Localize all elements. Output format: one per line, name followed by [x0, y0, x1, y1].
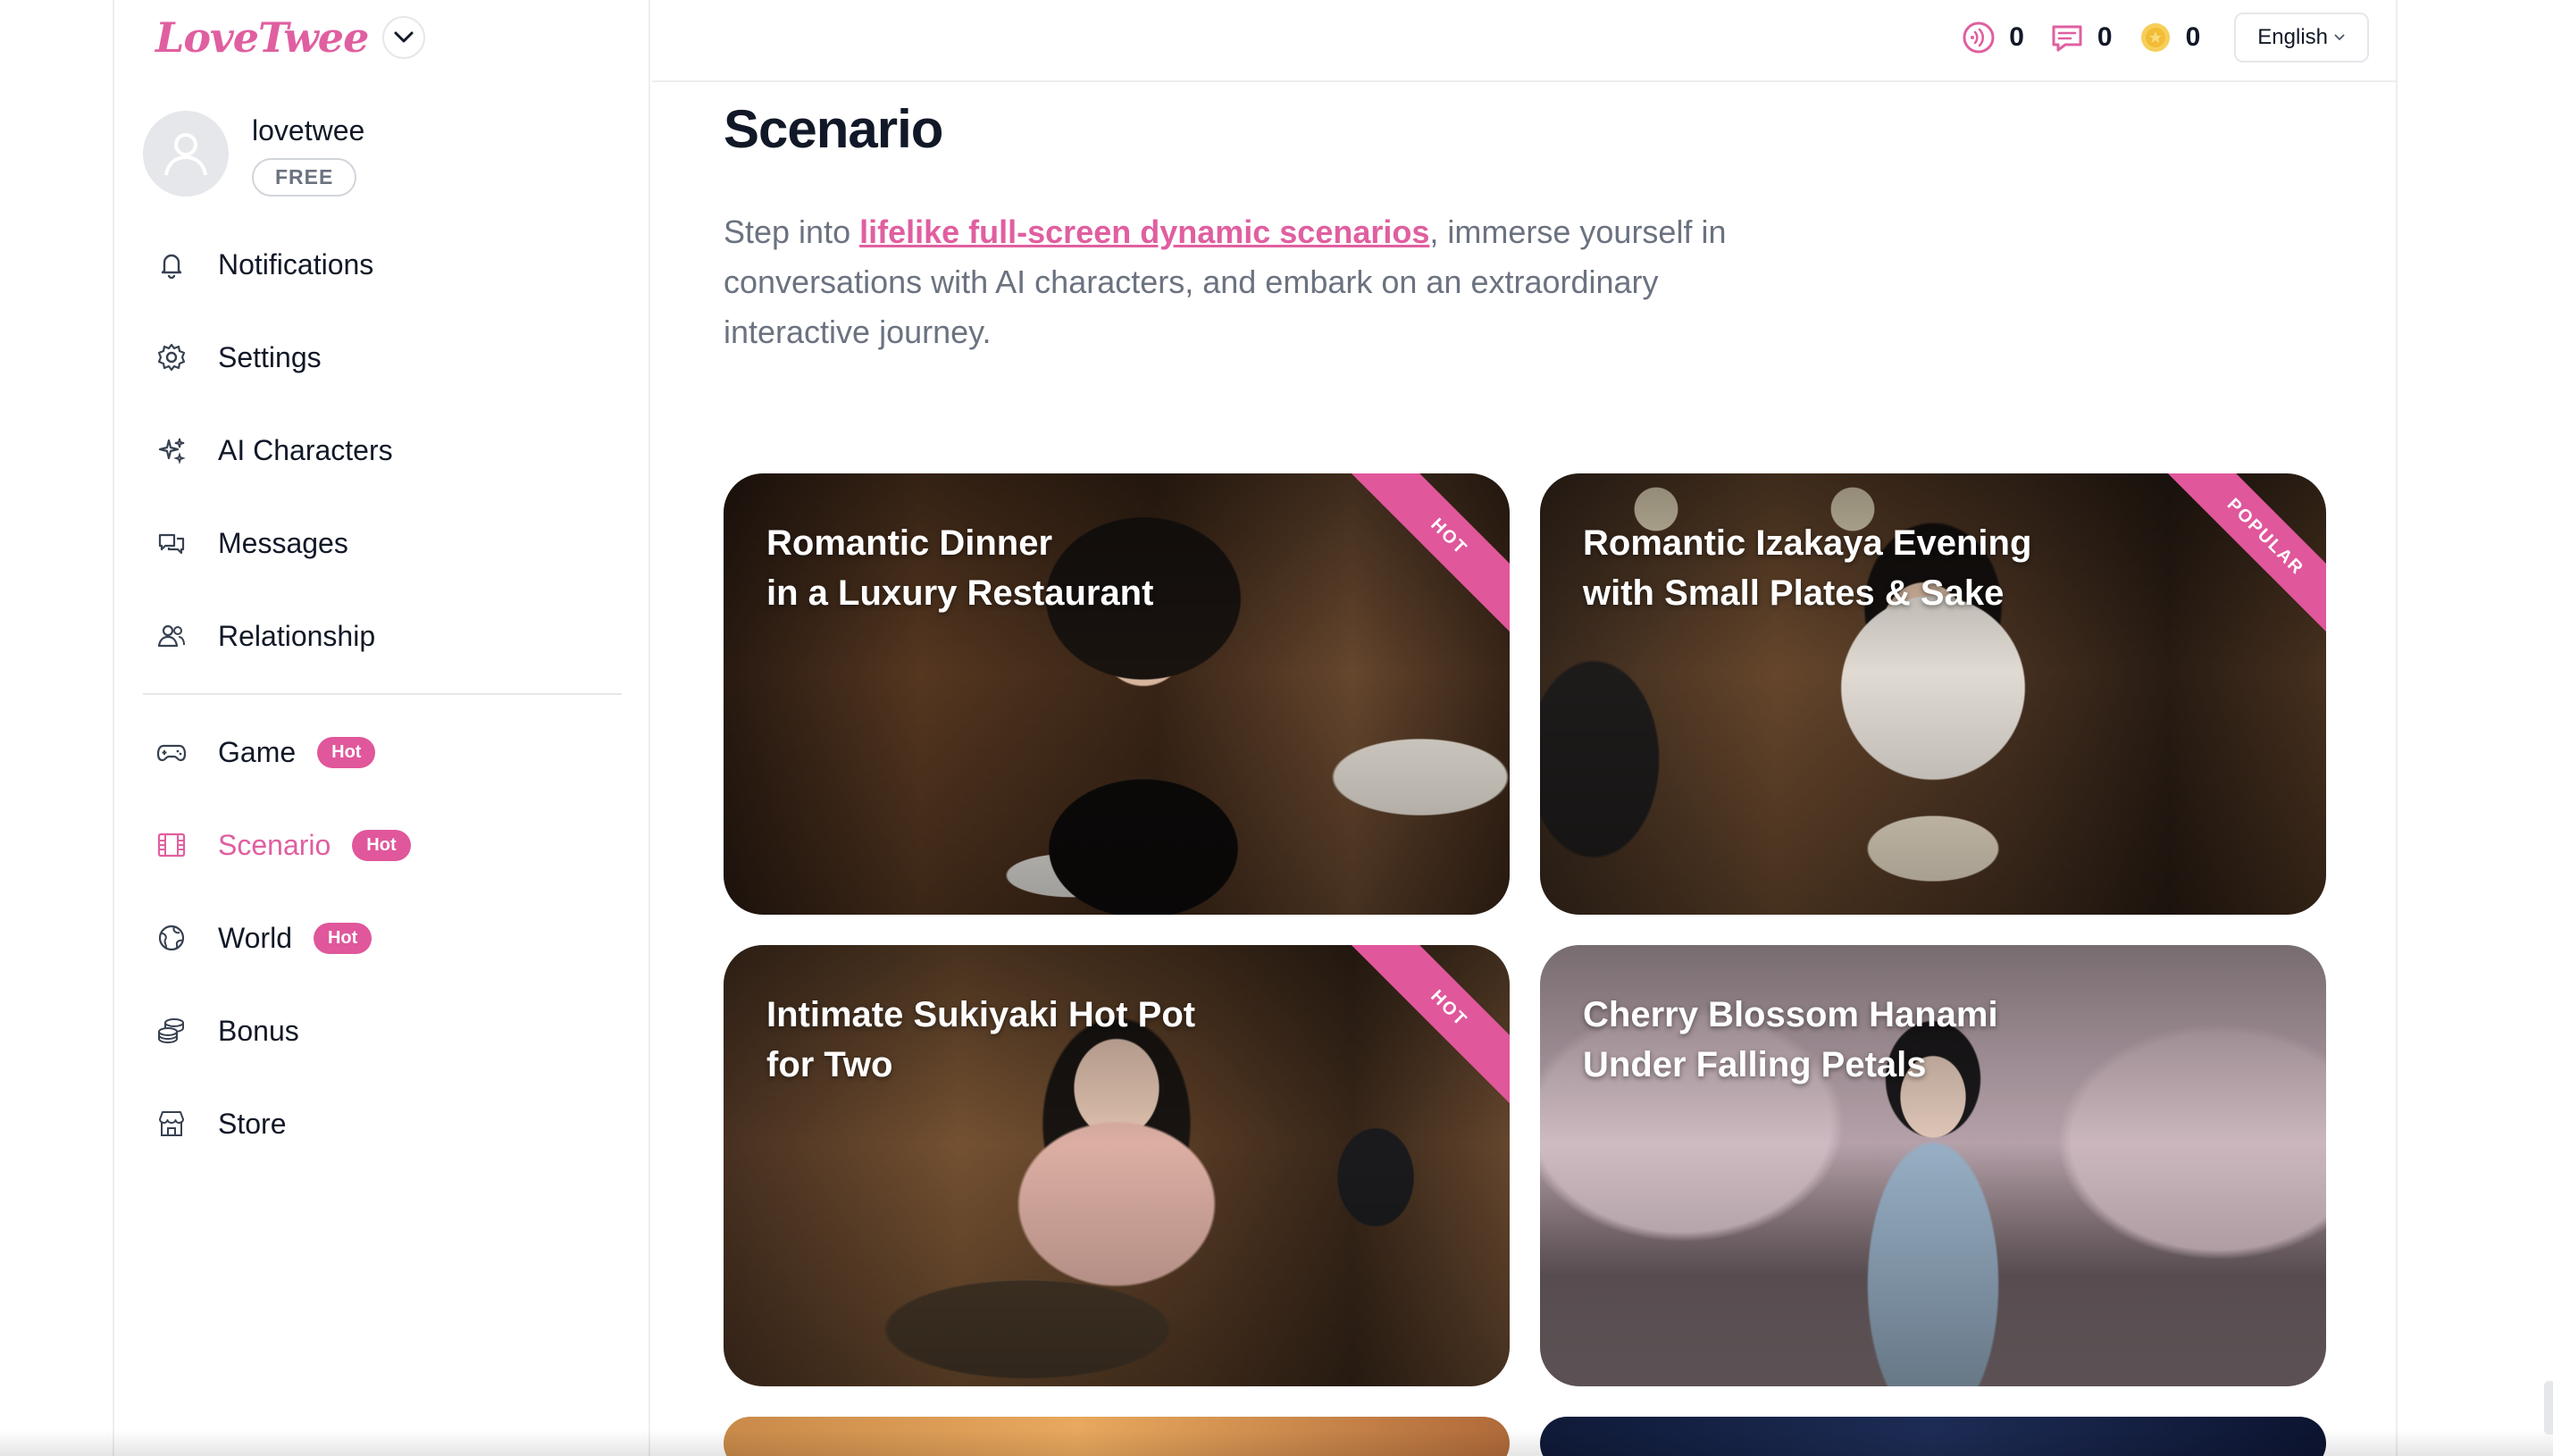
top-stats: 0 0 0 English	[1961, 13, 2369, 63]
chevron-down-icon	[394, 31, 414, 43]
nav-item-ai-characters[interactable]: AI Characters	[143, 404, 625, 497]
user-profile[interactable]: lovetwee FREE	[143, 111, 364, 197]
nav-item-relationship[interactable]: Relationship	[143, 590, 625, 682]
bottom-fade	[0, 1429, 2553, 1456]
scenario-card-title: Romantic Dinner in a Luxury Restaurant	[766, 518, 1267, 618]
scenario-card-title-line: Romantic Dinner	[766, 523, 1053, 563]
film-icon	[154, 827, 189, 863]
secondary-nav: Game Hot Scenario Hot World Hot Bonus St…	[143, 706, 625, 1170]
scenario-card-title: Romantic Izakaya Evening with Small Plat…	[1583, 518, 2083, 618]
scenario-card-title-line: Romantic Izakaya Evening	[1583, 523, 2032, 563]
voice-credits[interactable]: 0	[1961, 20, 2024, 55]
nav-item-settings[interactable]: Settings	[143, 311, 625, 404]
hot-badge: Hot	[317, 736, 376, 768]
nav-divider	[143, 693, 622, 695]
nav-label: Bonus	[218, 1014, 299, 1047]
scenario-card[interactable]: Cherry Blossom Hanami Under Falling Peta…	[1540, 945, 2326, 1386]
nav-label: Store	[218, 1107, 287, 1140]
people-icon	[154, 618, 189, 654]
voice-icon	[1961, 20, 1996, 55]
nav-label: Game	[218, 735, 297, 768]
message-credits[interactable]: 0	[2049, 20, 2113, 55]
gear-icon	[154, 339, 189, 375]
nav-item-messages[interactable]: Messages	[143, 497, 625, 590]
scenario-card-title-line: Under Falling Petals	[1583, 1045, 1927, 1084]
globe-icon	[154, 920, 189, 956]
scenario-card-title-line: Intimate Sukiyaki Hot Pot	[766, 995, 1196, 1034]
nav-item-world[interactable]: World Hot	[143, 891, 625, 984]
coin-balance[interactable]: 0	[2138, 20, 2201, 55]
hot-badge: Hot	[352, 829, 411, 861]
nav-label: Relationship	[218, 619, 376, 652]
intro-text: Step into lifelike full-screen dynamic s…	[724, 207, 1795, 357]
language-select[interactable]: English	[2234, 13, 2369, 63]
page-title: Scenario	[724, 99, 943, 159]
nav-item-store[interactable]: Store	[143, 1077, 625, 1170]
storefront-icon	[154, 1106, 189, 1142]
bell-icon	[154, 247, 189, 282]
scenario-card-title: Cherry Blossom Hanami Under Falling Peta…	[1583, 990, 2083, 1090]
scenario-card-title: Intimate Sukiyaki Hot Pot for Two	[766, 990, 1267, 1090]
nav-label: Scenario	[218, 828, 331, 861]
gamepad-icon	[154, 734, 189, 770]
top-bar: 0 0 0 English	[652, 0, 2396, 82]
nav-item-bonus[interactable]: Bonus	[143, 984, 625, 1077]
nav-item-game[interactable]: Game Hot	[143, 706, 625, 799]
intro-link[interactable]: lifelike full-screen dynamic scenarios	[859, 213, 1429, 250]
nav-label: World	[218, 921, 292, 954]
sidebar: LoveTwee lovetwee FREE Notifications Set…	[114, 0, 650, 1456]
nav-label: Notifications	[218, 247, 374, 280]
scenario-card[interactable]: Romantic Dinner in a Luxury Restaurant H…	[724, 473, 1510, 915]
brand-logo[interactable]: LoveTwee	[155, 13, 369, 62]
page-frame-right-border	[2396, 0, 2398, 1456]
primary-nav: Notifications Settings AI Characters Mes…	[143, 218, 625, 682]
scenario-card-title-line: for Two	[766, 1045, 893, 1084]
message-credits-value: 0	[2097, 22, 2113, 52]
nav-item-notifications[interactable]: Notifications	[143, 218, 625, 311]
nav-label: Messages	[218, 526, 348, 559]
nav-label: AI Characters	[218, 433, 393, 466]
coins-stack-icon	[154, 1013, 189, 1049]
intro-prefix: Step into	[724, 213, 860, 250]
message-icon	[2049, 20, 2085, 55]
user-avatar-icon	[164, 133, 207, 176]
scenario-card[interactable]: Romantic Izakaya Evening with Small Plat…	[1540, 473, 2326, 915]
scenario-card-title-line: in a Luxury Restaurant	[766, 573, 1154, 613]
nav-item-scenario[interactable]: Scenario Hot	[143, 799, 625, 891]
avatar[interactable]	[143, 111, 229, 197]
hot-badge: Hot	[313, 922, 372, 954]
plan-badge: FREE	[252, 158, 357, 197]
profile-meta: lovetwee FREE	[252, 111, 364, 197]
coin-balance-value: 0	[2185, 22, 2201, 52]
scenario-card-title-line: Cherry Blossom Hanami	[1583, 995, 1998, 1034]
voice-credits-value: 0	[2009, 22, 2024, 52]
coin-icon	[2138, 20, 2173, 55]
username: lovetwee	[252, 114, 365, 146]
scenario-card[interactable]: Intimate Sukiyaki Hot Pot for Two HOT	[724, 945, 1510, 1386]
language-label: English	[2257, 25, 2328, 49]
nav-label: Settings	[218, 340, 322, 373]
brand-menu-toggle[interactable]	[382, 16, 426, 59]
chevron-down-icon	[2334, 34, 2345, 41]
chat-bubbles-icon	[154, 525, 189, 561]
scrollbar-thumb[interactable]	[2544, 1381, 2553, 1435]
sparkles-icon	[154, 432, 189, 468]
brand-row: LoveTwee	[155, 11, 426, 64]
scenario-card-title-line: with Small Plates & Sake	[1583, 573, 2005, 613]
